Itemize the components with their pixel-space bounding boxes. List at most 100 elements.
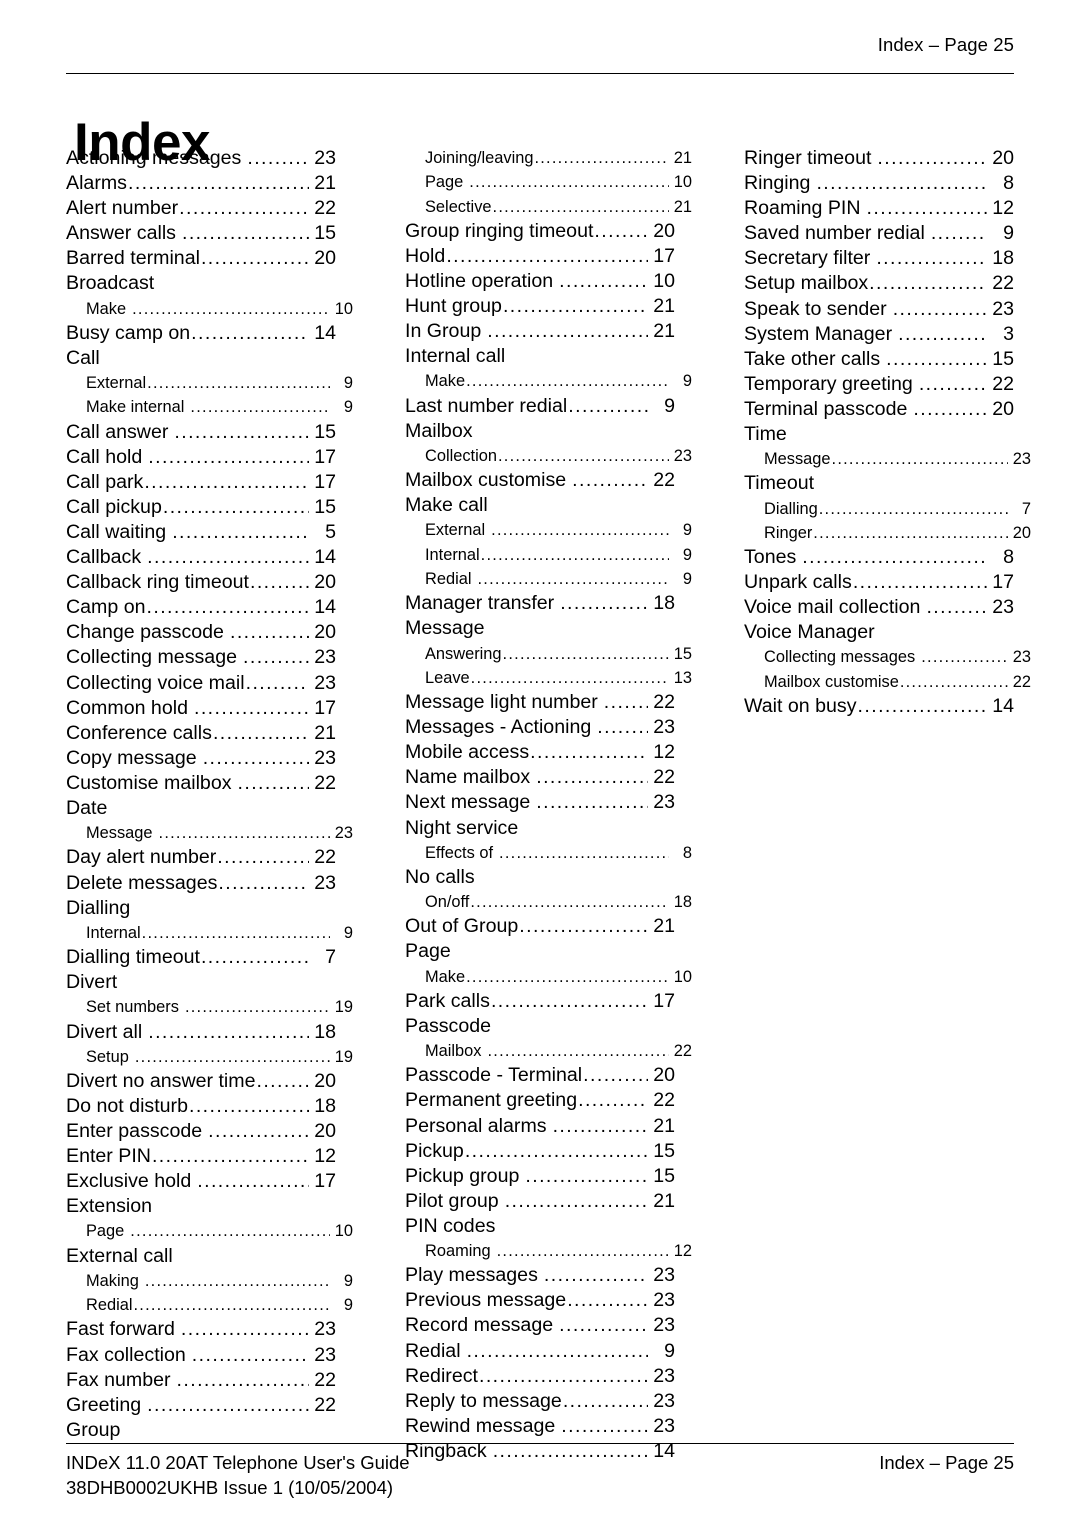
dot-leader xyxy=(194,696,309,721)
index-entry: Common hold 17 xyxy=(66,696,336,721)
index-entry: Setup19 xyxy=(66,1045,356,1069)
index-entry-label: External xyxy=(425,521,486,540)
dot-leader xyxy=(147,1393,309,1418)
dot-leader xyxy=(553,1114,648,1139)
index-entry-page-number: 23 xyxy=(992,596,1014,619)
index-columns: Actioning messages23Alarms21Alert number… xyxy=(66,146,1031,1464)
index-entry: Make10 xyxy=(66,297,356,321)
index-entry: Camp on 14 xyxy=(66,595,336,620)
index-entry-page-number: 21 xyxy=(653,295,675,318)
index-entry-label: Personal alarms xyxy=(405,1114,547,1137)
index-entry-page-number: 20 xyxy=(653,219,675,242)
index-entry: Alarms 21 xyxy=(66,171,336,196)
dot-leader xyxy=(133,1293,330,1317)
index-entry-page-number: 20 xyxy=(314,571,336,594)
index-entry-label: Page xyxy=(405,940,451,963)
dot-leader xyxy=(568,394,648,419)
dot-leader xyxy=(185,995,330,1019)
index-entry-label: Time xyxy=(744,423,787,446)
index-entry-label: Tones xyxy=(744,546,797,569)
index-entry: Copy message 23 xyxy=(66,746,336,771)
index-entry-label: Set numbers xyxy=(86,998,179,1017)
index-entry: Exclusive hold 17 xyxy=(66,1169,336,1194)
index-entry-page-number: 23 xyxy=(314,1318,336,1341)
dot-leader xyxy=(898,322,987,347)
index-group-heading: External call xyxy=(66,1244,336,1269)
index-group-heading: Call xyxy=(66,346,336,371)
index-entry-label: Mailbox xyxy=(425,1042,482,1061)
footer-divider xyxy=(66,1443,1014,1444)
index-entry-label: Make xyxy=(425,967,466,986)
index-entry-label: Ringer xyxy=(764,523,813,542)
index-entry: Do not disturb 18 xyxy=(66,1094,336,1119)
index-entry-page-number: 15 xyxy=(314,420,336,443)
index-entry-label: Group ringing timeout xyxy=(405,219,594,242)
index-entry-label: Busy camp on xyxy=(66,321,191,344)
index-group-heading: Broadcast xyxy=(66,271,336,296)
index-group-heading: No calls xyxy=(405,865,675,890)
index-entry-label: Group xyxy=(66,1418,121,1441)
index-entry: Next message 23 xyxy=(405,790,675,815)
index-entry: Mailbox customise 22 xyxy=(405,468,675,493)
dot-leader xyxy=(147,545,309,570)
dot-leader xyxy=(491,989,648,1014)
dot-leader xyxy=(246,671,309,696)
index-entry: Roaming PIN 12 xyxy=(744,196,1014,221)
dot-leader xyxy=(191,321,309,346)
index-entry-label: Park calls xyxy=(405,989,490,1012)
dot-leader xyxy=(563,1389,648,1414)
dot-leader xyxy=(446,244,648,269)
index-entry-page-number: 15 xyxy=(314,495,336,518)
index-entry: Personal alarms 21 xyxy=(405,1114,675,1139)
index-entry: Selective21 xyxy=(405,195,695,219)
index-entry: Answering15 xyxy=(405,642,695,666)
index-entry: Voice mail collection 23 xyxy=(744,595,1014,620)
index-entry: Divert no answer time 20 xyxy=(66,1069,336,1094)
index-entry: Wait on busy 14 xyxy=(744,694,1014,719)
index-entry: Ringer 20 xyxy=(744,521,1034,545)
index-entry: Callback ring timeout 20 xyxy=(66,570,336,595)
index-entry-label: Night service xyxy=(405,816,519,839)
dot-leader xyxy=(832,447,1008,471)
index-entry-label: Extension xyxy=(66,1195,153,1218)
index-entry-label: Hunt group xyxy=(405,295,502,318)
index-entry-page-number: 22 xyxy=(314,1393,336,1416)
index-entry-label: Call answer xyxy=(66,420,169,443)
dot-leader xyxy=(900,670,1008,694)
index-entry-label: Setup xyxy=(86,1047,129,1066)
index-entry-label: Call park xyxy=(66,470,144,493)
index-entry: Last number redial 9 xyxy=(405,394,675,419)
index-entry-page-number: 18 xyxy=(992,247,1014,270)
dot-leader xyxy=(493,195,669,219)
column-gap-1 xyxy=(336,146,405,1464)
index-entry-page-number: 23 xyxy=(653,1314,675,1337)
index-entry-label: Message xyxy=(405,617,485,640)
index-entry-label: Hotline operation xyxy=(405,270,554,293)
dot-leader xyxy=(560,591,648,616)
dot-leader xyxy=(230,620,309,645)
index-entry-page-number: 18 xyxy=(653,592,675,615)
index-entry-label: Internal xyxy=(86,923,141,942)
dot-leader xyxy=(572,468,648,493)
index-entry-page-number: 22 xyxy=(314,771,336,794)
index-entry: Effects of8 xyxy=(405,841,695,865)
index-entry-label: Divert xyxy=(66,971,118,994)
dot-leader xyxy=(179,196,309,221)
index-entry-page-number: 18 xyxy=(314,1020,336,1043)
dot-leader xyxy=(243,645,309,670)
index-entry-label: Answer calls xyxy=(66,222,176,245)
index-entry-label: Broadcast xyxy=(66,272,155,295)
index-entry-label: Enter passcode xyxy=(66,1120,203,1143)
index-column-1: Actioning messages23Alarms21Alert number… xyxy=(66,146,353,1464)
dot-leader xyxy=(208,1119,309,1144)
index-entry-label: Make internal xyxy=(86,398,185,417)
index-entry-label: Redirect xyxy=(405,1364,478,1387)
index-entry: Tones 8 xyxy=(744,545,1014,570)
index-entry-page-number: 17 xyxy=(653,244,675,267)
index-entry: Call hold 17 xyxy=(66,445,336,470)
index-entry-page-number: 23 xyxy=(1012,648,1031,667)
dot-leader xyxy=(250,570,309,595)
dot-leader xyxy=(159,821,330,845)
index-entry-label: Call xyxy=(66,346,100,369)
index-entry-page-number: 20 xyxy=(992,147,1014,169)
